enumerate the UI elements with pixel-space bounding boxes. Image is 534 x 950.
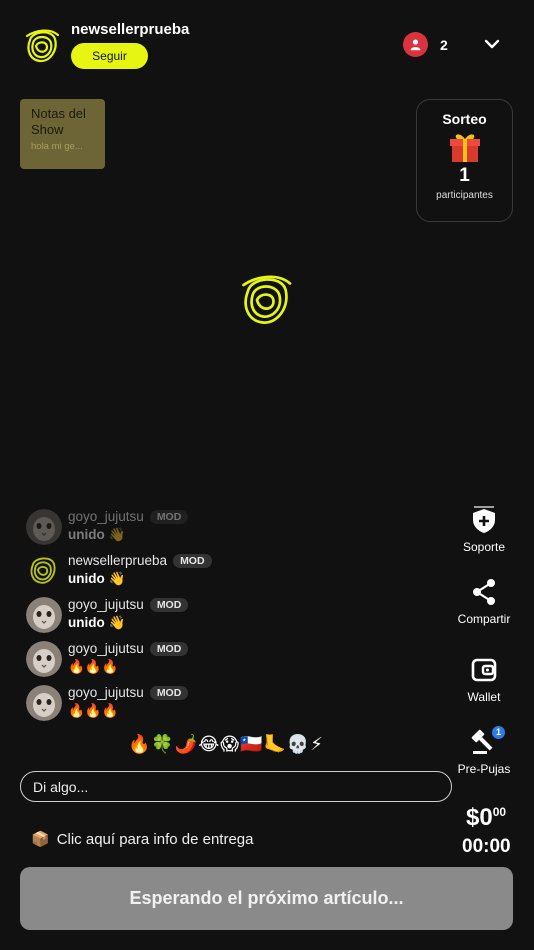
gift-icon bbox=[449, 134, 480, 162]
show-notes-card[interactable]: Notas del Show hola mi ge... bbox=[20, 99, 105, 169]
user-avatar bbox=[26, 553, 62, 589]
user-avatar bbox=[26, 509, 62, 545]
prebids-label: Pre-Pujas bbox=[457, 762, 511, 776]
chat-text: unido 👋 bbox=[68, 527, 126, 542]
chat-username: newsellerprueba bbox=[68, 553, 168, 568]
giveaway-title: Sorteo bbox=[442, 111, 487, 127]
seller-name[interactable]: newsellerprueba bbox=[71, 21, 189, 38]
chat-input[interactable] bbox=[20, 771, 452, 802]
show-notes-preview: hola mi ge... bbox=[31, 141, 83, 152]
user-avatar bbox=[26, 641, 62, 677]
stream-logo bbox=[236, 270, 296, 330]
wallet-icon bbox=[471, 658, 497, 682]
chat-message: newsellerprueba MOD unido 👋 bbox=[26, 553, 426, 593]
stream-logo-icon bbox=[242, 275, 292, 324]
auction-timer: 00:00 bbox=[462, 836, 511, 857]
chevron-down-icon[interactable] bbox=[482, 34, 502, 54]
mod-badge: MOD bbox=[149, 641, 189, 656]
mod-badge: MOD bbox=[149, 509, 189, 524]
share-button[interactable]: Compartir bbox=[449, 578, 519, 626]
chat-message: goyo_jujutsu MOD 🔥🔥🔥 bbox=[26, 685, 426, 725]
package-icon: 📦 bbox=[31, 831, 50, 848]
chat-text: unido 👋 bbox=[68, 571, 126, 586]
price-cents: 00 bbox=[492, 805, 507, 819]
emoji-reaction-bar[interactable]: 🔥🍀🌶️😂😱🇨🇱🦶💀⚡ bbox=[128, 734, 324, 755]
chat-text: 🔥🔥🔥 bbox=[68, 659, 119, 674]
price-main: $0 bbox=[466, 804, 493, 831]
waiting-next-item-button[interactable]: Esperando el próximo artículo... bbox=[20, 867, 513, 930]
shield-plus-icon bbox=[473, 506, 495, 533]
share-label: Compartir bbox=[457, 612, 511, 626]
chat-username: goyo_jujutsu bbox=[68, 685, 144, 700]
delivery-info-link[interactable]: 📦 Clic aquí para info de entrega bbox=[31, 830, 254, 849]
mod-badge: MOD bbox=[149, 685, 189, 700]
delivery-info-text: Clic aquí para info de entrega bbox=[56, 830, 254, 848]
prebids-badge: 1 bbox=[492, 726, 505, 739]
giveaway-participant-label: participantes bbox=[436, 190, 493, 201]
prebids-button[interactable]: 1 Pre-Pujas bbox=[449, 726, 519, 776]
chat-message: goyo_jujutsu MOD unido 👋 bbox=[26, 509, 426, 549]
support-button[interactable]: Soporte bbox=[449, 506, 519, 554]
follow-button[interactable]: Seguir bbox=[71, 43, 148, 69]
giveaway-participant-count: 1 bbox=[459, 165, 470, 186]
viewer-icon bbox=[403, 32, 428, 57]
giveaway-card[interactable]: Sorteo 1 participantes bbox=[416, 99, 513, 222]
chat-text: unido 👋 bbox=[68, 615, 126, 630]
wallet-label: Wallet bbox=[467, 690, 501, 704]
wallet-button[interactable]: Wallet bbox=[449, 656, 519, 704]
share-icon bbox=[473, 579, 495, 605]
seller-logo-icon bbox=[25, 29, 60, 63]
chat-username: goyo_jujutsu bbox=[68, 641, 144, 656]
chat-text: 🔥🔥🔥 bbox=[68, 703, 119, 718]
seller-avatar[interactable] bbox=[22, 26, 62, 66]
chat-username: goyo_jujutsu bbox=[68, 509, 144, 524]
current-price: $000 bbox=[466, 804, 506, 832]
user-avatar bbox=[26, 685, 62, 721]
mod-badge: MOD bbox=[173, 553, 212, 568]
support-label: Soporte bbox=[462, 540, 506, 554]
chat-message: goyo_jujutsu MOD unido 👋 bbox=[26, 597, 426, 637]
viewer-count: 2 bbox=[440, 37, 448, 53]
mod-badge: MOD bbox=[149, 597, 189, 612]
chat-username: goyo_jujutsu bbox=[68, 597, 144, 612]
chat-message: goyo_jujutsu MOD 🔥🔥🔥 bbox=[26, 641, 426, 681]
user-avatar bbox=[26, 597, 62, 633]
show-notes-title: Notas del Show bbox=[31, 106, 86, 137]
